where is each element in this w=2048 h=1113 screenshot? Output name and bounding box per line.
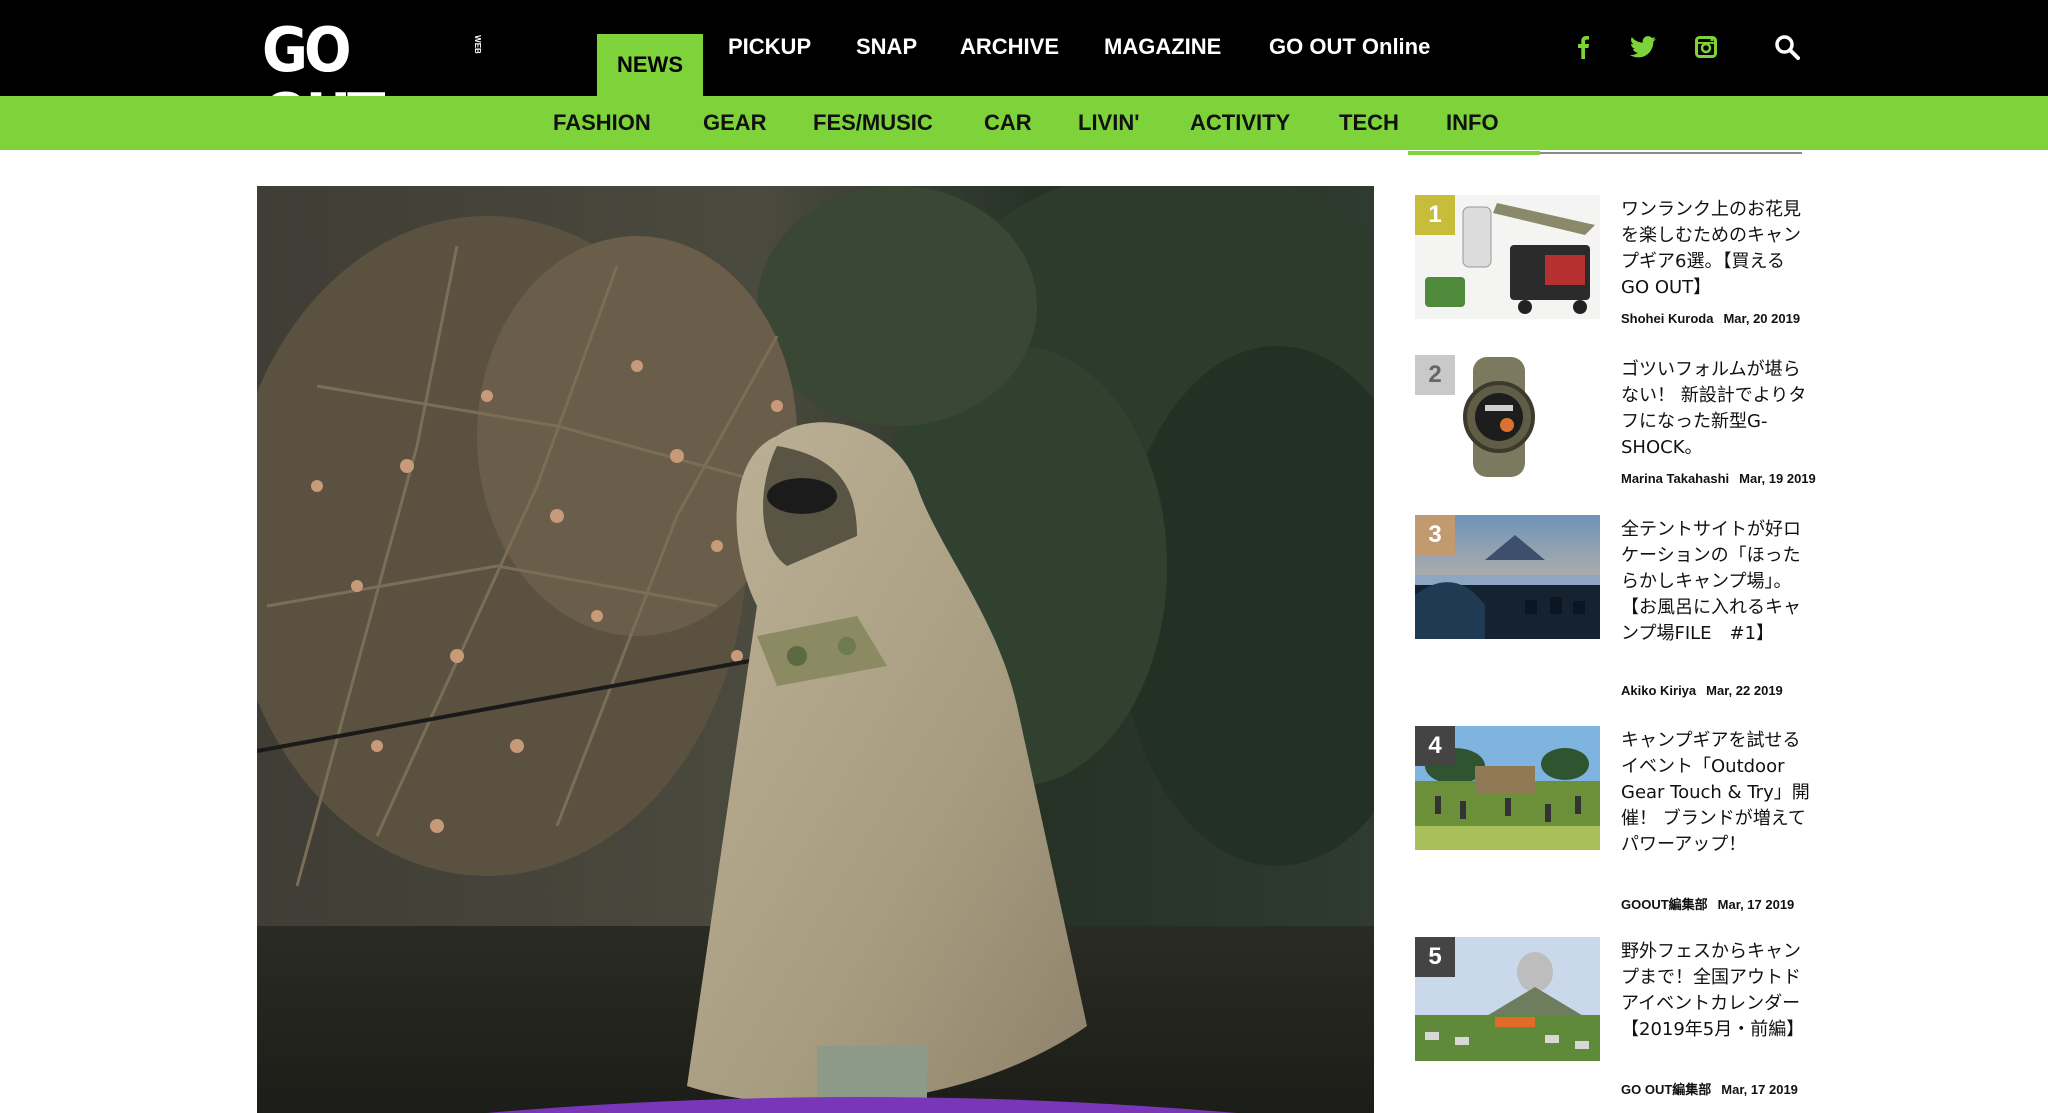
ranking-date: Mar, 19 2019 (1739, 471, 1816, 486)
subnav-fes-music[interactable]: FES/MUSIC (813, 110, 933, 136)
ranking-number: 3 (1415, 515, 1455, 555)
subnav-activity[interactable]: ACTIVITY (1190, 110, 1290, 136)
nav-snap[interactable]: SNAP (856, 34, 917, 60)
nav-archive[interactable]: ARCHIVE (960, 34, 1059, 60)
ranking-date: Mar, 17 2019 (1717, 897, 1795, 912)
ranking-author: Akiko Kiriya (1621, 683, 1697, 698)
subnav-tech[interactable]: TECH (1339, 110, 1399, 136)
ranking-author: GO OUT編集部 (1621, 1082, 1712, 1097)
hero-photo (257, 186, 1374, 1113)
ranking-number: 2 (1415, 355, 1455, 395)
nav-pickup[interactable]: PICKUP (728, 34, 811, 60)
ranking-date: Mar, 22 2019 (1706, 683, 1783, 698)
subnav-gear[interactable]: GEAR (703, 110, 767, 136)
ranking-date: Mar, 20 2019 (1723, 311, 1801, 326)
ranking-number: 1 (1415, 195, 1455, 235)
nav-news-label: NEWS (617, 52, 683, 77)
ranking-title[interactable]: ゴツいフォルムが堪らない！ 新設計でよりタフになった新型G-SHOCK。 (1621, 357, 1811, 461)
ranking-title[interactable]: 野外フェスからキャンプまで！全国アウトドアイベントカレンダー【2019年5月・前… (1621, 939, 1811, 1043)
search-icon[interactable] (1774, 34, 1800, 60)
ranking-date: Mar, 17 2019 (1721, 1082, 1798, 1097)
facebook-icon[interactable] (1570, 34, 1596, 60)
category-navigation-bar: FASHION GEAR FES/MUSIC CAR LIVIN' ACTIVI… (0, 96, 2048, 150)
ranking-title[interactable]: ワンランク上のお花見を楽しむためのキャンプギア6選。【買えるGO OUT】 (1621, 197, 1811, 301)
ranking-author: Marina Takahashi (1621, 471, 1730, 486)
ranking-meta: Marina Takahashi Mar, 19 2019 (1621, 471, 1816, 486)
ranking-author: GOOUT編集部 (1621, 897, 1708, 912)
ranking-number: 5 (1415, 937, 1455, 977)
ranking-tab-active-indicator[interactable] (1408, 151, 1540, 155)
ranking-meta: Shohei Kuroda Mar, 20 2019 (1621, 311, 1800, 326)
ranking-author: Shohei Kuroda (1621, 311, 1714, 326)
ranking-meta: Akiko Kiriya Mar, 22 2019 (1621, 683, 1783, 698)
subnav-fashion[interactable]: FASHION (553, 110, 651, 136)
ranking-meta: GO OUT編集部 Mar, 17 2019 (1621, 1079, 1798, 1098)
nav-magazine[interactable]: MAGAZINE (1104, 34, 1221, 60)
subnav-livin[interactable]: LIVIN' (1078, 110, 1139, 136)
twitter-icon[interactable] (1630, 34, 1656, 60)
nav-news[interactable]: NEWS (597, 34, 703, 96)
ranking-title[interactable]: 全テントサイトが好ロケーションの「ほったらかしキャンプ場」。【お風呂に入れるキャ… (1621, 517, 1811, 647)
subnav-info[interactable]: INFO (1446, 110, 1499, 136)
nav-go-out-online[interactable]: GO OUT Online (1269, 34, 1430, 60)
ranking-number: 4 (1415, 726, 1455, 766)
subnav-car[interactable]: CAR (984, 110, 1032, 136)
ranking-meta: GOOUT編集部 Mar, 17 2019 (1621, 894, 1794, 913)
top-navigation-bar: GO OUT WEB NEWS PICKUP SNAP ARCHIVE MAGA… (0, 0, 2048, 149)
ranking-title[interactable]: キャンプギアを試せるイベント「Outdoor Gear Touch & Try」… (1621, 728, 1811, 858)
instagram-icon[interactable] (1693, 34, 1719, 60)
logo-sub: WEB (472, 35, 482, 54)
site-logo[interactable]: GO OUT WEB (262, 17, 482, 149)
